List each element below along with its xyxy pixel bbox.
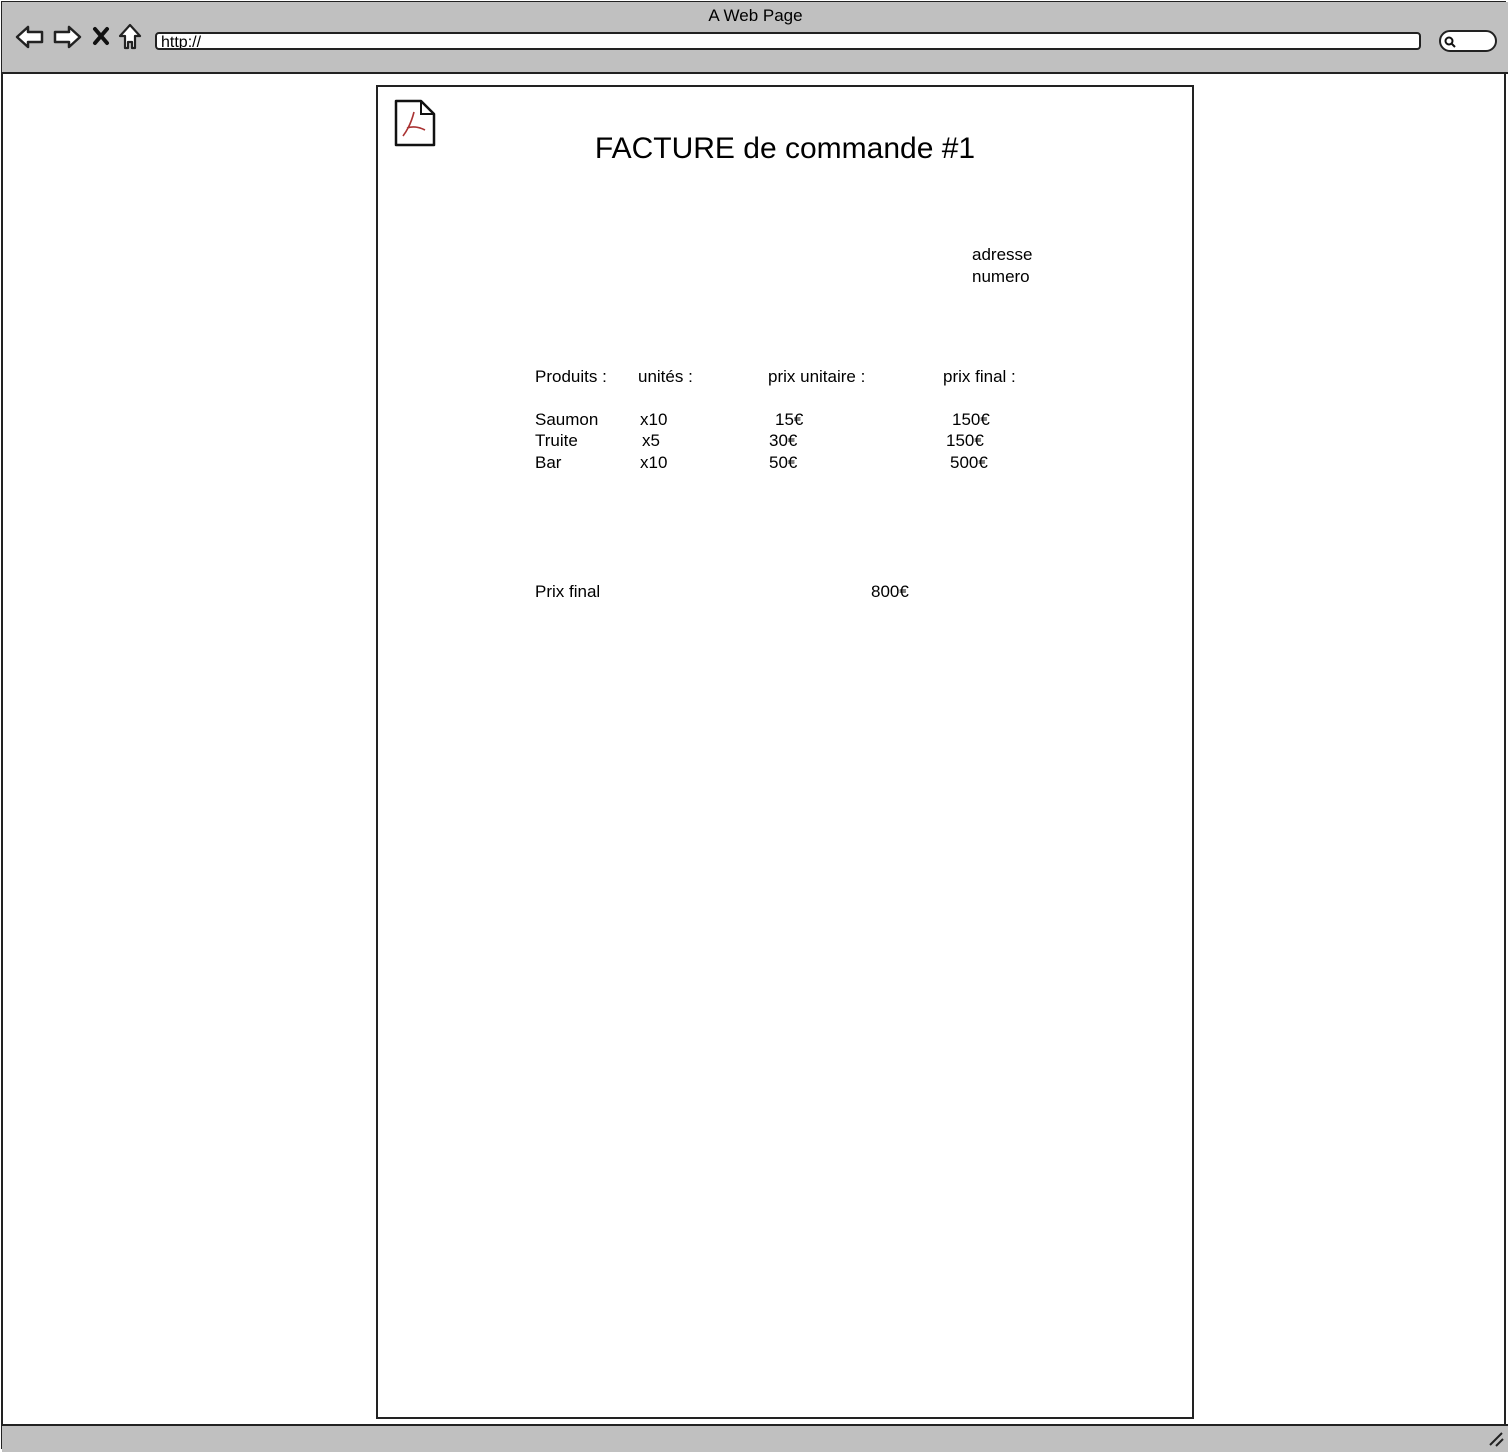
- product-unit-price: 50€: [769, 453, 798, 472]
- column-header-final-price: prix final :: [943, 367, 1016, 386]
- search-input[interactable]: [1439, 30, 1497, 52]
- status-bar: [2, 1424, 1508, 1452]
- product-final-price: 150€: [952, 410, 990, 429]
- product-unit-price: 30€: [769, 431, 798, 450]
- url-input[interactable]: http://: [155, 32, 1421, 50]
- stop-icon[interactable]: [92, 26, 110, 46]
- product-units: x10: [640, 453, 668, 472]
- forward-icon[interactable]: [52, 24, 82, 50]
- column-header-unit-price: prix unitaire :: [768, 367, 866, 386]
- back-icon[interactable]: [15, 24, 45, 50]
- product-final-price: 150€: [946, 431, 984, 450]
- invoice-document: [376, 85, 1194, 1419]
- product-name: Saumon: [535, 410, 599, 429]
- product-units: x10: [640, 410, 668, 429]
- product-name: Bar: [535, 453, 562, 472]
- column-header-units: unités :: [638, 367, 693, 386]
- product-unit-price: 15€: [775, 410, 804, 429]
- product-final-price: 500€: [950, 453, 988, 472]
- window-title: A Web Page: [708, 6, 803, 25]
- total-value: 800€: [871, 582, 909, 601]
- search-icon: [1444, 36, 1456, 48]
- home-icon[interactable]: [118, 23, 142, 51]
- column-header-products: Produits :: [535, 367, 607, 386]
- product-units: x5: [642, 431, 660, 450]
- product-name: Truite: [535, 431, 578, 450]
- invoice-title: FACTURE de commande #1: [594, 132, 976, 165]
- total-label: Prix final: [535, 582, 601, 601]
- resize-grip-icon[interactable]: [1487, 1430, 1505, 1448]
- phone-number-line: numero: [972, 267, 1030, 286]
- address-line: adresse: [972, 245, 1033, 264]
